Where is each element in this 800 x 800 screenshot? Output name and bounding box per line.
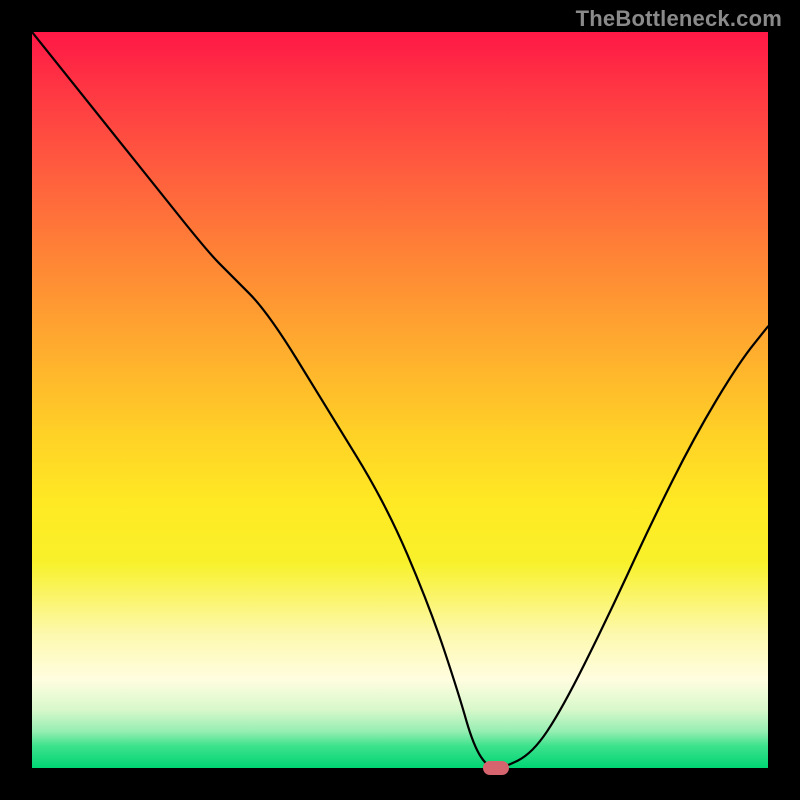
watermark-text: TheBottleneck.com xyxy=(576,6,782,32)
bottleneck-curve xyxy=(32,32,768,768)
plot-area xyxy=(32,32,768,768)
optimal-point-marker xyxy=(483,761,509,775)
chart-frame: TheBottleneck.com xyxy=(0,0,800,800)
